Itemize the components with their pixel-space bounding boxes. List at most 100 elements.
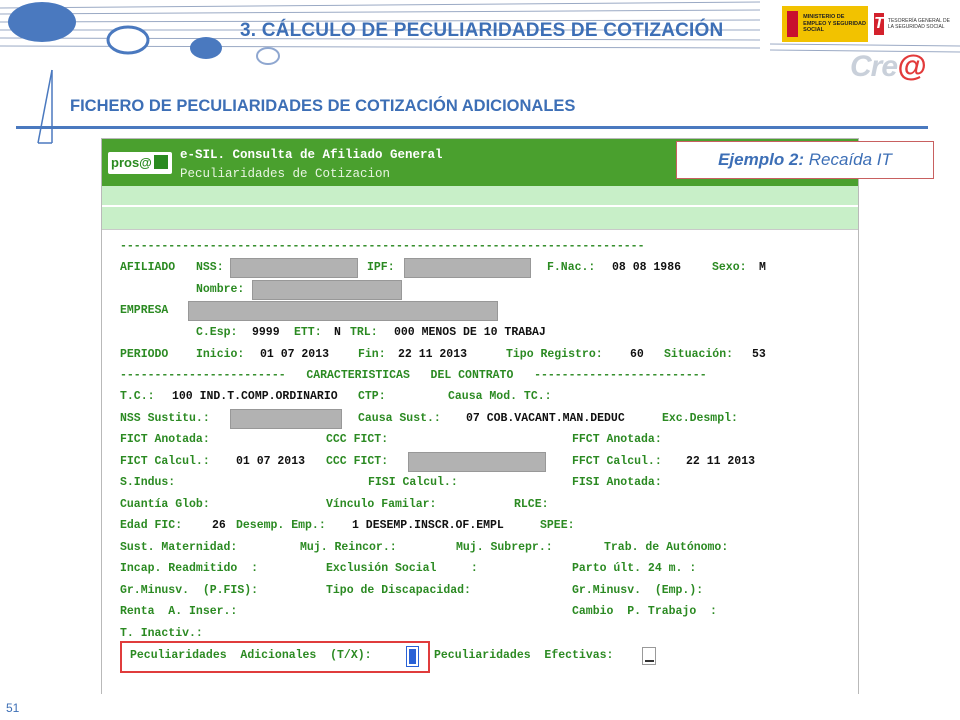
fict-anotada-label: FICT Anotada: <box>120 433 210 446</box>
fin-value: 22 11 2013 <box>398 348 468 361</box>
desemp-label: Desemp. Emp.: <box>236 519 326 532</box>
fnac-value: 08 08 1986 <box>612 261 682 274</box>
edad-fic-label: Edad FIC: <box>120 519 183 532</box>
ffct-calcul-label: FFCT Calcul.: <box>572 455 662 468</box>
peculiaridades-efectivas-label: Peculiaridades Efectivas: <box>434 649 614 662</box>
ett-value: N <box>334 326 341 339</box>
rule-top: ----------------------------------------… <box>120 240 645 253</box>
tc-label: T.C.: <box>120 390 155 403</box>
ipf-redacted <box>404 258 531 278</box>
minusv-pfis-label: Gr.Minusv. (P.FIS): <box>120 584 259 597</box>
slide-subtitle: FICHERO DE PECULIARIDADES DE COTIZACIÓN … <box>70 97 576 115</box>
app-name: e-SIL. Consulta de Afiliado General <box>180 148 443 162</box>
rlce-label: RLCE: <box>514 498 549 511</box>
toolbar-band <box>102 186 858 205</box>
tgss-logo-text: TESORERÍA GENERAL DE LA SEGURIDAD SOCIAL <box>887 18 950 30</box>
cesp-value: 9999 <box>252 326 280 339</box>
minusv-emp-label: Gr.Minusv. (Emp.): <box>572 584 704 597</box>
periodo-label: PERIODO <box>120 348 169 361</box>
empresa-label: EMPRESA <box>120 304 169 317</box>
nombre-redacted <box>252 280 402 300</box>
peculiaridades-adicionales-label: Peculiaridades Adicionales (T/X): <box>130 649 372 662</box>
sindus-label: S.Indus: <box>120 476 176 489</box>
cret-logo-text: Cre <box>850 50 898 83</box>
example-badge: Ejemplo 2: Recaída IT <box>676 141 934 179</box>
nss-redacted <box>230 258 358 278</box>
muj-subrepr-label: Muj. Subrepr.: <box>456 541 553 554</box>
incap-label: Incap. Readmitido : <box>120 562 259 575</box>
tipo-discapacidad-label: Tipo de Discapacidad: <box>326 584 471 597</box>
caracteristicas-header: ------------------------ CARACTERISTICAS… <box>120 369 707 382</box>
nss-sustitu-redacted <box>230 409 342 429</box>
situacion-value: 53 <box>752 348 766 361</box>
tipo-registro-label: Tipo Registro: <box>506 348 603 361</box>
inicio-value: 01 07 2013 <box>260 348 330 361</box>
sust-maternidad-label: Sust. Maternidad: <box>120 541 238 554</box>
exclusion-label: Exclusión Social : <box>326 562 478 575</box>
ccc-fict-redacted <box>408 452 546 472</box>
causa-sust-label: Causa Sust.: <box>358 412 441 425</box>
exc-desmpl-label: Exc.Desmpl: <box>662 412 738 425</box>
fisi-anotada-label: FISI Anotada: <box>572 476 662 489</box>
afiliado-label: AFILIADO <box>120 261 176 274</box>
nss-sustitu-label: NSS Sustitu.: <box>120 412 210 425</box>
cuantia-label: Cuantía Glob: <box>120 498 210 511</box>
vinculo-label: Vínculo Familar: <box>326 498 437 511</box>
tc-value: 100 IND.T.COMP.ORDINARIO <box>172 390 338 403</box>
cret-logo: Cre@ <box>850 50 926 84</box>
situacion-label: Situación: <box>664 348 734 361</box>
parto-label: Parto últ. 24 m. : <box>572 562 697 575</box>
prosa-logo-text: pros@ <box>111 155 152 170</box>
nss-label: NSS: <box>196 261 224 274</box>
fisi-calcul-label: FISI Calcul.: <box>368 476 458 489</box>
ministerio-logo-text: MINISTERIO DE EMPLEO Y SEGURIDAD SOCIAL <box>803 14 866 34</box>
sexo-label: Sexo: <box>712 261 747 274</box>
ctp-label: CTP: <box>358 390 386 403</box>
app-section: Peculiaridades de Cotizacion <box>180 167 391 181</box>
causa-mod-label: Causa Mod. TC.: <box>448 390 552 403</box>
ipf-label: IPF: <box>367 261 395 274</box>
trl-label: TRL: <box>350 326 378 339</box>
ffct-calcul-value: 22 11 2013 <box>686 455 756 468</box>
peculiaridades-efectivas-input[interactable] <box>642 647 656 665</box>
slide-title: 3. CÁLCULO DE PECULIARIDADES DE COTIZACI… <box>240 20 724 41</box>
edad-fic-value: 26 <box>212 519 226 532</box>
ett-label: ETT: <box>294 326 322 339</box>
tinactiv-label: T. Inactiv.: <box>120 627 203 640</box>
peculiaridades-adicionales-input[interactable] <box>406 646 419 667</box>
toolbar-band-2 <box>102 207 858 229</box>
fin-label: Fin: <box>358 348 386 361</box>
fnac-label: F.Nac.: <box>547 261 596 274</box>
title-rule <box>16 126 928 129</box>
causa-sust-value: 07 COB.VACANT.MAN.DEDUC <box>466 412 625 425</box>
terminal-panel: ----------------------------------------… <box>102 229 858 695</box>
spee-label: SPEE: <box>540 519 575 532</box>
page-number: 51 <box>6 701 20 715</box>
example-badge-text: Recaída IT <box>804 150 892 169</box>
ministerio-logo: MINISTERIO DE EMPLEO Y SEGURIDAD SOCIAL <box>782 6 868 42</box>
ccc-fict-label-2: CCC FICT: <box>326 455 389 468</box>
tgss-logo: T TESORERÍA GENERAL DE LA SEGURIDAD SOCI… <box>874 10 954 38</box>
empresa-redacted <box>188 301 498 321</box>
prosa-box-icon <box>153 155 168 169</box>
prosa-logo: pros@ <box>108 152 172 174</box>
example-badge-label: Ejemplo 2: <box>718 150 805 169</box>
coat-of-arms-icon <box>785 9 801 39</box>
renta-label: Renta A. Inser.: <box>120 605 238 618</box>
tipo-registro-value: 60 <box>630 348 644 361</box>
trl-value: 000 MENOS DE 10 TRABAJ <box>394 326 546 339</box>
cambio-label: Cambio P. Trabajo : <box>572 605 717 618</box>
fict-calcul-value: 01 07 2013 <box>236 455 306 468</box>
cesp-label: C.Esp: <box>196 326 238 339</box>
app-screenshot: pros@ e-SIL. Consulta de Afiliado Genera… <box>101 138 859 695</box>
sexo-value: M <box>759 261 766 274</box>
muj-reincor-label: Muj. Reincor.: <box>300 541 397 554</box>
nombre-label: Nombre: <box>196 283 245 296</box>
tgss-mark-icon: T <box>874 13 884 35</box>
ccc-fict-label: CCC FICT: <box>326 433 389 446</box>
desemp-value: 1 DESEMP.INSCR.OF.EMPL <box>352 519 504 532</box>
inicio-label: Inicio: <box>196 348 245 361</box>
fict-calcul-label: FICT Calcul.: <box>120 455 210 468</box>
ffct-anotada-label: FFCT Anotada: <box>572 433 662 446</box>
trab-autonomo-label: Trab. de Autónomo: <box>604 541 729 554</box>
